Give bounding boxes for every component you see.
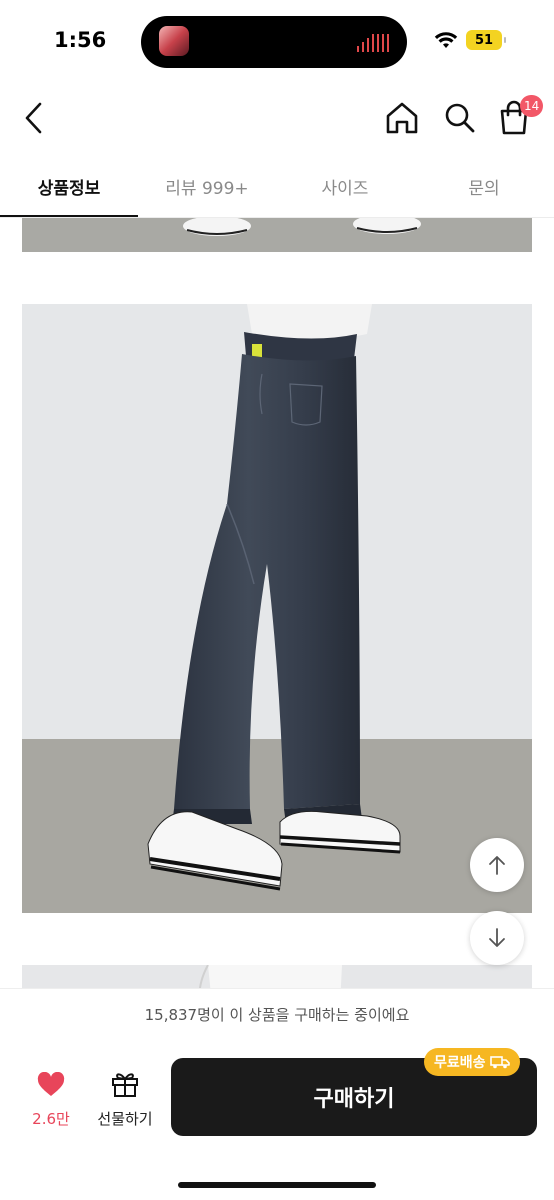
cart-count-badge: 14	[520, 95, 544, 117]
status-indicators: 51	[434, 30, 506, 50]
product-tabs: 상품정보 리뷰 999+ 사이즈 문의	[0, 160, 554, 218]
chevron-left-icon[interactable]	[18, 98, 54, 138]
arrow-up-icon	[489, 856, 505, 875]
gift-icon	[112, 1073, 138, 1097]
home-indicator	[178, 1182, 376, 1188]
purchase-activity-notice: 15,837명이 이 상품을 구매하는 중이에요	[0, 988, 554, 1040]
tab-size[interactable]: 사이즈	[276, 160, 414, 218]
tab-product-info[interactable]: 상품정보	[0, 160, 138, 218]
tab-reviews[interactable]: 리뷰 999+	[138, 160, 276, 218]
top-nav	[0, 90, 554, 146]
tab-inquiry[interactable]: 문의	[414, 160, 554, 218]
scroll-to-top-button[interactable]	[470, 838, 524, 892]
heart-icon	[37, 1071, 65, 1096]
bottom-action-bar: 2.6만 선물하기 구매하기 무료배송	[0, 1040, 554, 1200]
status-time: 1:56	[54, 28, 107, 52]
purchase-activity-text: 15,837명이 이 상품을 구매하는 중이에요	[144, 1006, 410, 1024]
gift-button[interactable]: 선물하기	[90, 1070, 160, 1129]
status-bar: 1:56 51	[0, 0, 554, 84]
gift-label: 선물하기	[97, 1110, 153, 1128]
like-count: 2.6만	[32, 1110, 70, 1128]
battery-level: 51	[474, 32, 494, 48]
free-shipping-badge: 무료배송	[424, 1048, 520, 1076]
wifi-icon	[434, 32, 458, 48]
battery-icon: 51	[466, 30, 506, 50]
arrow-down-icon	[489, 928, 505, 947]
now-playing-thumbnail	[159, 26, 189, 56]
like-button[interactable]: 2.6만	[22, 1071, 80, 1129]
free-shipping-label: 무료배송	[434, 1055, 486, 1071]
scroll-to-bottom-button[interactable]	[470, 911, 524, 965]
truck-icon	[489, 1056, 510, 1069]
audio-waveform-icon	[357, 34, 389, 52]
product-image-previous	[22, 218, 532, 252]
home-icon[interactable]	[382, 98, 422, 138]
search-icon[interactable]	[440, 98, 480, 138]
dynamic-island[interactable]	[141, 16, 407, 68]
buy-button-label: 구매하기	[313, 1087, 395, 1112]
product-image-jeans	[22, 304, 532, 913]
